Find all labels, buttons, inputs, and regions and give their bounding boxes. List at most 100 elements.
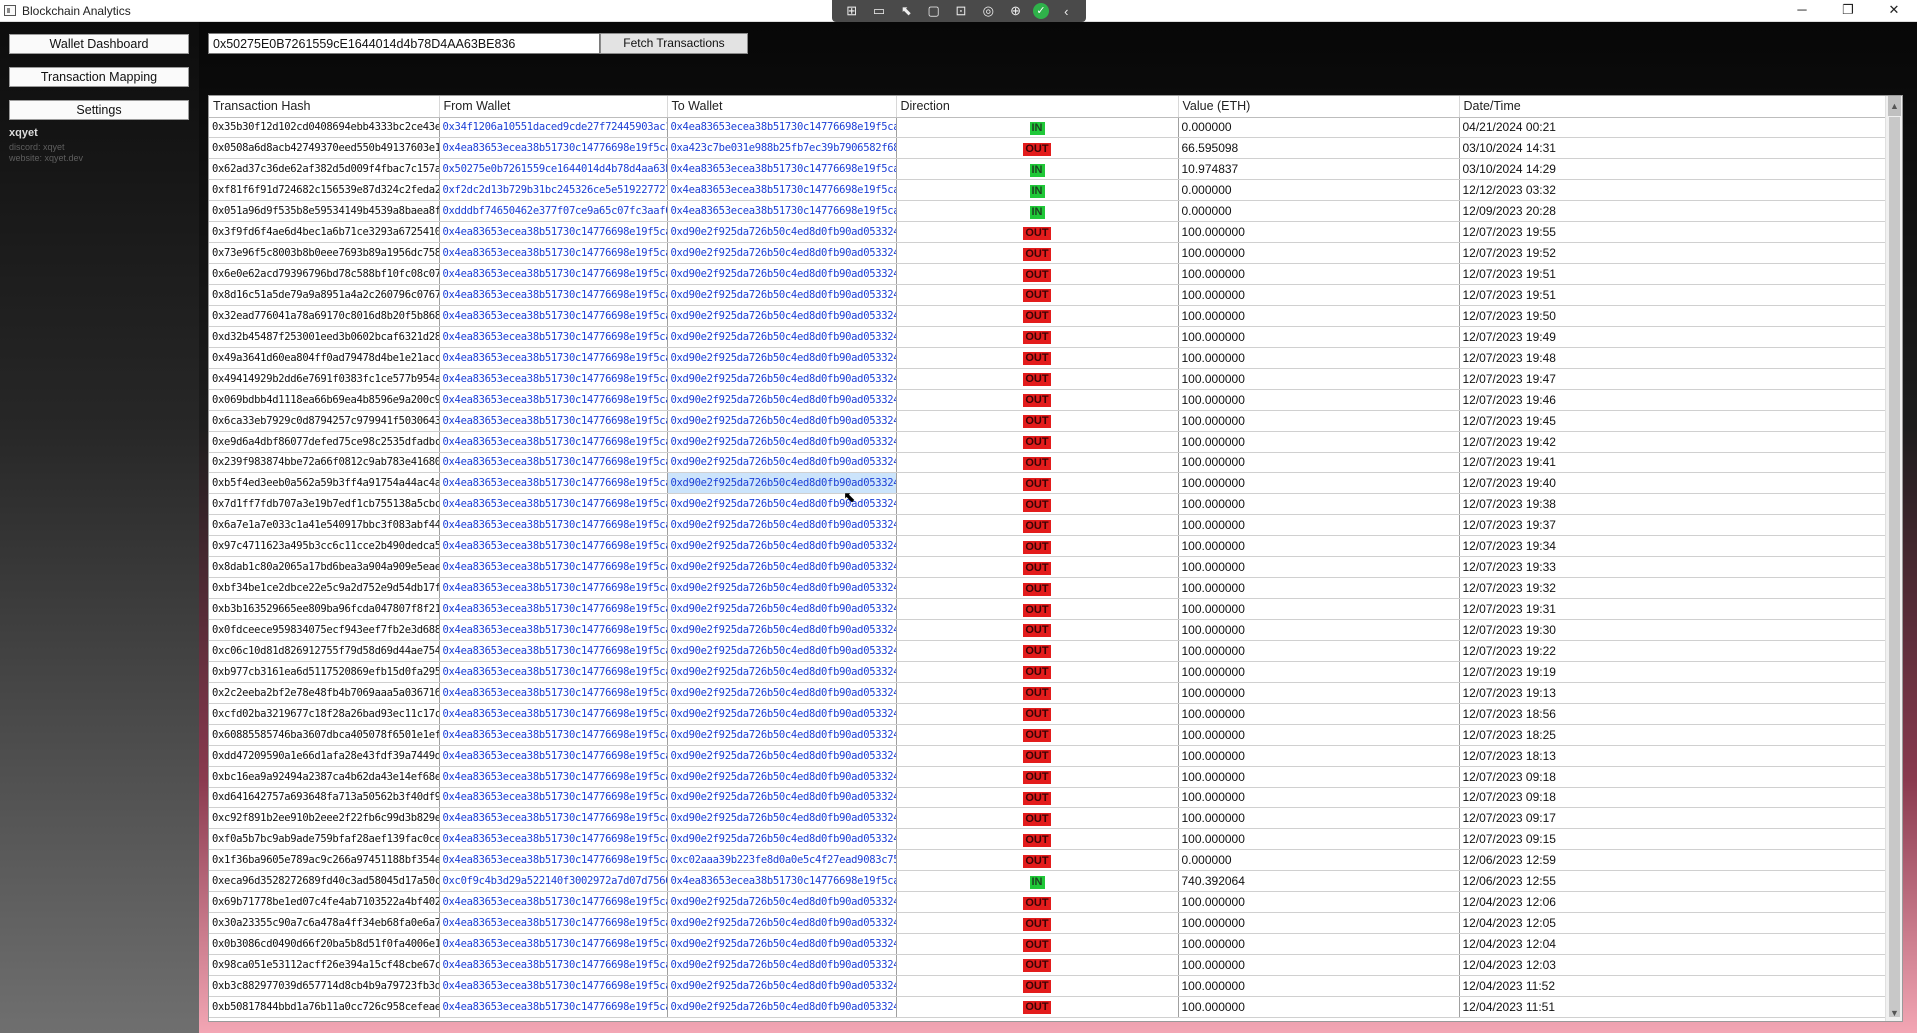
from-wallet-cell[interactable]: 0x4ea83653ecea38b51730c14776698e19f5ca6e… <box>439 640 668 662</box>
from-wallet-cell[interactable]: 0x4ea83653ecea38b51730c14776698e19f5ca6e… <box>439 284 668 306</box>
from-wallet-cell[interactable]: 0x4ea83653ecea38b51730c14776698e19f5ca6e… <box>439 598 668 620</box>
table-row[interactable]: 0x97c4711623a495b3cc6c11cce2b490dedca5d5… <box>209 535 1887 558</box>
from-wallet-cell[interactable]: 0x4ea83653ecea38b51730c14776698e19f5ca6e… <box>439 619 668 641</box>
table-row[interactable]: 0x98ca051e53112acff26e394a15cf48cbe67c22… <box>209 954 1887 976</box>
from-wallet-cell[interactable]: 0x4ea83653ecea38b51730c14776698e19f5ca6e… <box>439 933 668 955</box>
from-wallet-cell[interactable]: 0x4ea83653ecea38b51730c14776698e19f5ca6e… <box>439 263 668 285</box>
display-icon[interactable]: ◎ <box>978 3 998 19</box>
to-wallet-cell[interactable]: 0xa423c7be031e988b25fb7ec39b7906582f6858… <box>667 137 897 160</box>
table-row[interactable]: 0x239f983874bbe72a66f0812c9ab783e416805f… <box>209 452 1887 474</box>
to-wallet-cell[interactable]: 0xd90e2f925da726b50c4ed8d0fb90ad053324f3… <box>667 619 897 641</box>
table-row[interactable]: 0xbf34be1ce2dbce22e5c9a2d752e9d54db17fcf… <box>209 577 1887 600</box>
from-wallet-cell[interactable]: 0x4ea83653ecea38b51730c14776698e19f5ca6e… <box>439 535 668 558</box>
from-wallet-cell[interactable]: 0x4ea83653ecea38b51730c14776698e19f5ca6e… <box>439 724 668 746</box>
table-row[interactable]: 0xb5f4ed3eeb0a562a59b3ff4a91754a44ac4ad0… <box>209 472 1887 495</box>
from-wallet-cell[interactable]: 0x4ea83653ecea38b51730c14776698e19f5ca6e… <box>439 410 668 432</box>
transaction-mapping-button[interactable]: Transaction Mapping <box>9 67 189 87</box>
table-row[interactable]: 0xe9d6a4dbf86077defed75ce98c2535dfadbc24… <box>209 431 1887 453</box>
to-wallet-cell[interactable]: 0xd90e2f925da726b50c4ed8d0fb90ad053324f3… <box>667 724 897 746</box>
to-wallet-cell[interactable]: 0xd90e2f925da726b50c4ed8d0fb90ad053324f3… <box>667 640 897 662</box>
column-header-from[interactable]: From Wallet <box>439 96 668 118</box>
from-wallet-cell[interactable]: 0x4ea83653ecea38b51730c14776698e19f5ca6e… <box>439 954 668 976</box>
to-wallet-cell[interactable]: 0xd90e2f925da726b50c4ed8d0fb90ad053324f3… <box>667 954 897 976</box>
to-wallet-cell[interactable]: 0xd90e2f925da726b50c4ed8d0fb90ad053324f3… <box>667 242 897 265</box>
to-wallet-cell[interactable]: 0xd90e2f925da726b50c4ed8d0fb90ad053324f3… <box>667 493 897 516</box>
table-row[interactable]: 0x30a23355c90a7c6a478a4ff34eb68fa0e6a73d… <box>209 912 1887 935</box>
to-wallet-cell[interactable]: 0xd90e2f925da726b50c4ed8d0fb90ad053324f3… <box>667 766 897 788</box>
from-wallet-cell[interactable]: 0x4ea83653ecea38b51730c14776698e19f5ca6e… <box>439 891 668 914</box>
table-row[interactable]: 0xeca96d3528272689fd40c3ad58045d17a50c49… <box>209 870 1887 893</box>
from-wallet-cell[interactable]: 0x4ea83653ecea38b51730c14776698e19f5ca6e… <box>439 472 668 495</box>
from-wallet-cell[interactable]: 0xf2dc2d13b729b31bc245326ce5e5192277273b… <box>439 179 668 202</box>
camera-icon[interactable]: ▭ <box>869 3 889 19</box>
from-wallet-cell[interactable]: 0x34f1206a10551daced9cde27f72445903ac17e… <box>439 117 668 139</box>
minimize-button[interactable]: ─ <box>1779 0 1825 22</box>
from-wallet-cell[interactable]: 0x4ea83653ecea38b51730c14776698e19f5ca6e… <box>439 347 668 369</box>
from-wallet-cell[interactable]: 0xc0f9c4b3d29a522140f3002972a7d07d7566e2… <box>439 870 668 893</box>
to-wallet-cell[interactable]: 0x4ea83653ecea38b51730c14776698e19f5ca6e… <box>667 870 897 893</box>
table-row[interactable]: 0x32ead776041a78a69170c8016d8b20f5b86891… <box>209 305 1887 327</box>
from-wallet-cell[interactable]: 0x4ea83653ecea38b51730c14776698e19f5ca6e… <box>439 305 668 327</box>
table-row[interactable]: 0xc06c10d81d826912755f79d58d69d44ae754f6… <box>209 640 1887 662</box>
from-wallet-cell[interactable]: 0x4ea83653ecea38b51730c14776698e19f5ca6e… <box>439 766 668 788</box>
to-wallet-cell[interactable]: 0xd90e2f925da726b50c4ed8d0fb90ad053324f3… <box>667 933 897 955</box>
table-row[interactable]: 0x49a3641d60ea804ff0ad79478d4be1e21acc97… <box>209 347 1887 369</box>
from-wallet-cell[interactable]: 0x4ea83653ecea38b51730c14776698e19f5ca6e… <box>439 326 668 348</box>
to-wallet-cell[interactable]: 0xd90e2f925da726b50c4ed8d0fb90ad053324f3… <box>667 347 897 369</box>
to-wallet-cell[interactable]: 0xd90e2f925da726b50c4ed8d0fb90ad053324f3… <box>667 514 897 537</box>
table-row[interactable]: 0xd32b45487f253001eed3b0602bcaf6321d280d… <box>209 326 1887 348</box>
from-wallet-cell[interactable]: 0x4ea83653ecea38b51730c14776698e19f5ca6e… <box>439 661 668 683</box>
table-row[interactable]: 0x069bdbb4d1118ea66b69ea4b8596e9a200c914… <box>209 389 1887 411</box>
from-wallet-cell[interactable]: 0x4ea83653ecea38b51730c14776698e19f5ca6e… <box>439 703 668 725</box>
table-row[interactable]: 0xdd47209590a1e66d1afa28e43fdf39a7449dc4… <box>209 745 1887 767</box>
vertical-scrollbar[interactable]: ▲ ▼ <box>1885 96 1902 1021</box>
table-row[interactable]: 0x8d16c51a5de79a9a8951a4a2c260796c0767eb… <box>209 284 1887 306</box>
to-wallet-cell[interactable]: 0xd90e2f925da726b50c4ed8d0fb90ad053324f3… <box>667 975 897 997</box>
from-wallet-cell[interactable]: 0x4ea83653ecea38b51730c14776698e19f5ca6e… <box>439 431 668 453</box>
to-wallet-cell[interactable]: 0xd90e2f925da726b50c4ed8d0fb90ad053324f3… <box>667 787 897 809</box>
table-row[interactable]: 0x6e0e62acd79396796bd78c588bf10fc08c076c… <box>209 263 1887 285</box>
table-row[interactable]: 0x0fdceece959834075ecf943eef7fb2e3d688fb… <box>209 619 1887 641</box>
fetch-transactions-button[interactable]: Fetch Transactions <box>600 33 748 54</box>
table-row[interactable]: 0xd641642757a693648fa713a50562b3f40df953… <box>209 787 1887 809</box>
table-row[interactable]: 0xcfd02ba3219677c18f28a26bad93ec11c17c83… <box>209 703 1887 725</box>
to-wallet-cell[interactable]: 0xd90e2f925da726b50c4ed8d0fb90ad053324f3… <box>667 682 897 704</box>
table-row[interactable]: 0x60885585746ba3607dbca405078f6501e1ef73… <box>209 724 1887 746</box>
column-header-datetime[interactable]: Date/Time <box>1459 96 1887 118</box>
to-wallet-cell[interactable]: 0xd90e2f925da726b50c4ed8d0fb90ad053324f3… <box>667 326 897 348</box>
to-wallet-cell[interactable]: 0x4ea83653ecea38b51730c14776698e19f5ca6e… <box>667 200 897 223</box>
column-header-value[interactable]: Value (ETH) <box>1178 96 1460 118</box>
to-wallet-cell[interactable]: 0xd90e2f925da726b50c4ed8d0fb90ad053324f3… <box>667 472 897 495</box>
table-row[interactable]: 0x8dab1c80a2065a17bd6bea3a904a909e5eaea7… <box>209 556 1887 579</box>
table-row[interactable]: 0x7d1ff7fdb707a3e19b7edf1cb755138a5cbc8f… <box>209 493 1887 516</box>
accessibility-icon[interactable]: ⊕ <box>1006 3 1026 19</box>
from-wallet-cell[interactable]: 0x4ea83653ecea38b51730c14776698e19f5ca6e… <box>439 389 668 411</box>
to-wallet-cell[interactable]: 0x4ea83653ecea38b51730c14776698e19f5ca6e… <box>667 179 897 202</box>
from-wallet-cell[interactable]: 0x4ea83653ecea38b51730c14776698e19f5ca6e… <box>439 242 668 265</box>
to-wallet-cell[interactable]: 0x4ea83653ecea38b51730c14776698e19f5ca6e… <box>667 158 897 181</box>
to-wallet-cell[interactable]: 0xd90e2f925da726b50c4ed8d0fb90ad053324f3… <box>667 828 897 851</box>
table-row[interactable]: 0xb3c882977039d657714d8cb4b9a79723fb3d10… <box>209 975 1887 997</box>
table-row[interactable]: 0xc92f891b2ee910b2eee2f22fb6c99d3b829ef9… <box>209 807 1887 830</box>
table-row[interactable]: 0x62ad37c36de62af382d5d009f4fbac7c157a5c… <box>209 158 1887 181</box>
table-row[interactable]: 0x0508a6d8acb42749370eed550b49137603e135… <box>209 137 1887 160</box>
to-wallet-cell[interactable]: 0xd90e2f925da726b50c4ed8d0fb90ad053324f3… <box>667 389 897 411</box>
table-row[interactable]: 0xb3b163529665ee809ba96fcda047807f8f21ef… <box>209 598 1887 620</box>
table-row[interactable]: 0x0b3086cd0490d66f20ba5b8d51f0fa4006e122… <box>209 933 1887 955</box>
from-wallet-cell[interactable]: 0x4ea83653ecea38b51730c14776698e19f5ca6e… <box>439 787 668 809</box>
to-wallet-cell[interactable]: 0xd90e2f925da726b50c4ed8d0fb90ad053324f3… <box>667 807 897 830</box>
table-row[interactable]: 0xf0a5b7bc9ab9ade759bfaf28aef139fac0ce69… <box>209 828 1887 851</box>
to-wallet-cell[interactable]: 0xd90e2f925da726b50c4ed8d0fb90ad053324f3… <box>667 535 897 558</box>
to-wallet-cell[interactable]: 0xd90e2f925da726b50c4ed8d0fb90ad053324f3… <box>667 556 897 579</box>
table-row[interactable]: 0x49414929b2dd6e7691f0383fc1ce577b954af3… <box>209 368 1887 390</box>
square-select-icon[interactable]: ▢ <box>924 3 944 19</box>
scrollbar-thumb[interactable] <box>1889 117 1900 1017</box>
to-wallet-cell[interactable]: 0xd90e2f925da726b50c4ed8d0fb90ad053324f3… <box>667 703 897 725</box>
table-row[interactable]: 0x2c2eeba2bf2e78e48fb4b7069aaa5a036716f6… <box>209 682 1887 704</box>
to-wallet-cell[interactable]: 0xd90e2f925da726b50c4ed8d0fb90ad053324f3… <box>667 996 897 1018</box>
table-row[interactable]: 0xb50817844bbd1a76b11a0cc726c958cefeaed3… <box>209 996 1887 1018</box>
collapse-icon[interactable]: ‹ <box>1056 4 1076 19</box>
maximize-button[interactable]: ❐ <box>1825 0 1871 22</box>
to-wallet-cell[interactable]: 0xd90e2f925da726b50c4ed8d0fb90ad053324f3… <box>667 598 897 620</box>
scroll-down-arrow-icon[interactable]: ▼ <box>1888 1007 1901 1019</box>
